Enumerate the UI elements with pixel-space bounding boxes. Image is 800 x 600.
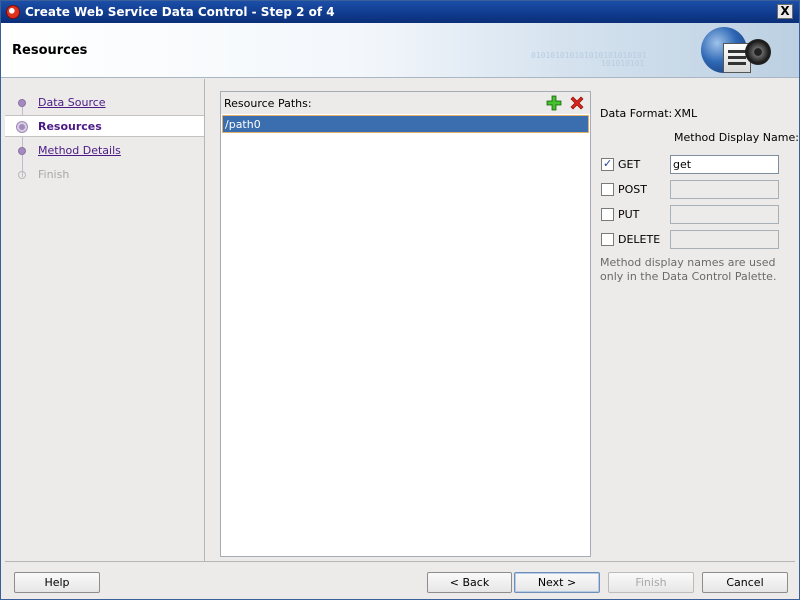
back-button[interactable]: < Back xyxy=(427,572,512,593)
x-icon[interactable] xyxy=(569,95,585,111)
nav-item-method-details[interactable]: Method Details xyxy=(5,140,204,162)
get-display-name-field[interactable] xyxy=(670,155,779,174)
path-label: /path0 xyxy=(225,118,261,131)
wizard-header: Resources 010101010101010101010101 10101… xyxy=(1,23,799,78)
current-step-dot-icon xyxy=(16,121,28,133)
get-label[interactable]: GET xyxy=(618,158,640,171)
window-title: Create Web Service Data Control - Step 2… xyxy=(25,5,335,19)
title-bar[interactable]: Create Web Service Data Control - Step 2… xyxy=(1,1,799,23)
finish-button: Finish xyxy=(608,572,694,593)
page-title: Resources xyxy=(12,43,88,58)
list-item-path[interactable]: /path0 xyxy=(222,115,589,133)
step-dot-empty-icon xyxy=(18,171,26,179)
nav-item-data-source[interactable]: Data Source xyxy=(5,92,204,114)
put-checkbox[interactable] xyxy=(601,208,614,221)
close-button[interactable]: X xyxy=(777,4,793,19)
step-dot-icon xyxy=(18,147,26,155)
method-display-name-label: Method Display Name: xyxy=(674,131,799,144)
plus-icon[interactable] xyxy=(546,95,562,111)
nav-item-label[interactable]: Method Details xyxy=(38,144,121,157)
data-format-label: Data Format: xyxy=(600,107,673,120)
footer-divider xyxy=(5,561,795,562)
resource-paths-toolbar: Resource Paths: xyxy=(221,92,590,114)
nav-item-label: Finish xyxy=(38,168,70,181)
nav-item-finish: Finish xyxy=(5,164,204,186)
header-binary-decoration-2: 101010101 xyxy=(601,59,645,68)
delete-display-name-field xyxy=(670,230,779,249)
step-dot-icon xyxy=(18,99,26,107)
post-checkbox[interactable] xyxy=(601,183,614,196)
put-label[interactable]: PUT xyxy=(618,208,639,221)
get-checkbox[interactable] xyxy=(601,157,614,171)
next-button[interactable]: Next > xyxy=(514,572,600,593)
data-format-value: XML xyxy=(674,107,698,120)
put-display-name-field xyxy=(670,205,779,224)
resource-paths-label: Resource Paths: xyxy=(224,97,312,110)
nav-item-resources[interactable]: Resources xyxy=(5,115,204,137)
disc-icon xyxy=(745,39,771,65)
cancel-button[interactable]: Cancel xyxy=(702,572,788,593)
nav-item-label: Resources xyxy=(38,120,102,133)
dialog-window: Create Web Service Data Control - Step 2… xyxy=(0,0,800,600)
wizard-steps-nav: Data Source Resources Method Details Fin… xyxy=(5,79,205,561)
post-label[interactable]: POST xyxy=(618,183,647,196)
oracle-app-icon xyxy=(6,5,20,19)
help-button[interactable]: Help xyxy=(14,572,100,593)
post-display-name-field xyxy=(670,180,779,199)
delete-label[interactable]: DELETE xyxy=(618,233,660,246)
delete-checkbox[interactable] xyxy=(601,233,614,246)
nav-item-label[interactable]: Data Source xyxy=(38,96,106,109)
method-display-note: Method display names are used only in th… xyxy=(600,256,777,283)
resource-paths-panel: Resource Paths: /path0 xyxy=(220,91,591,557)
